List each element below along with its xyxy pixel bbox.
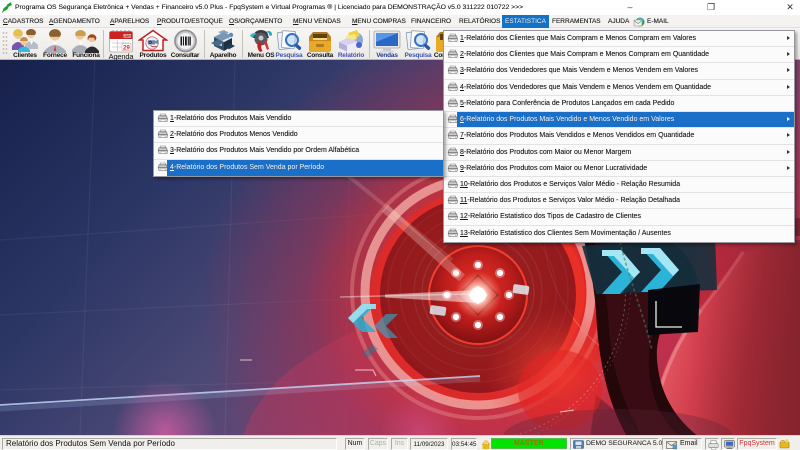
svg-text:JAN: JAN xyxy=(124,34,131,38)
svg-text:29: 29 xyxy=(123,46,130,52)
